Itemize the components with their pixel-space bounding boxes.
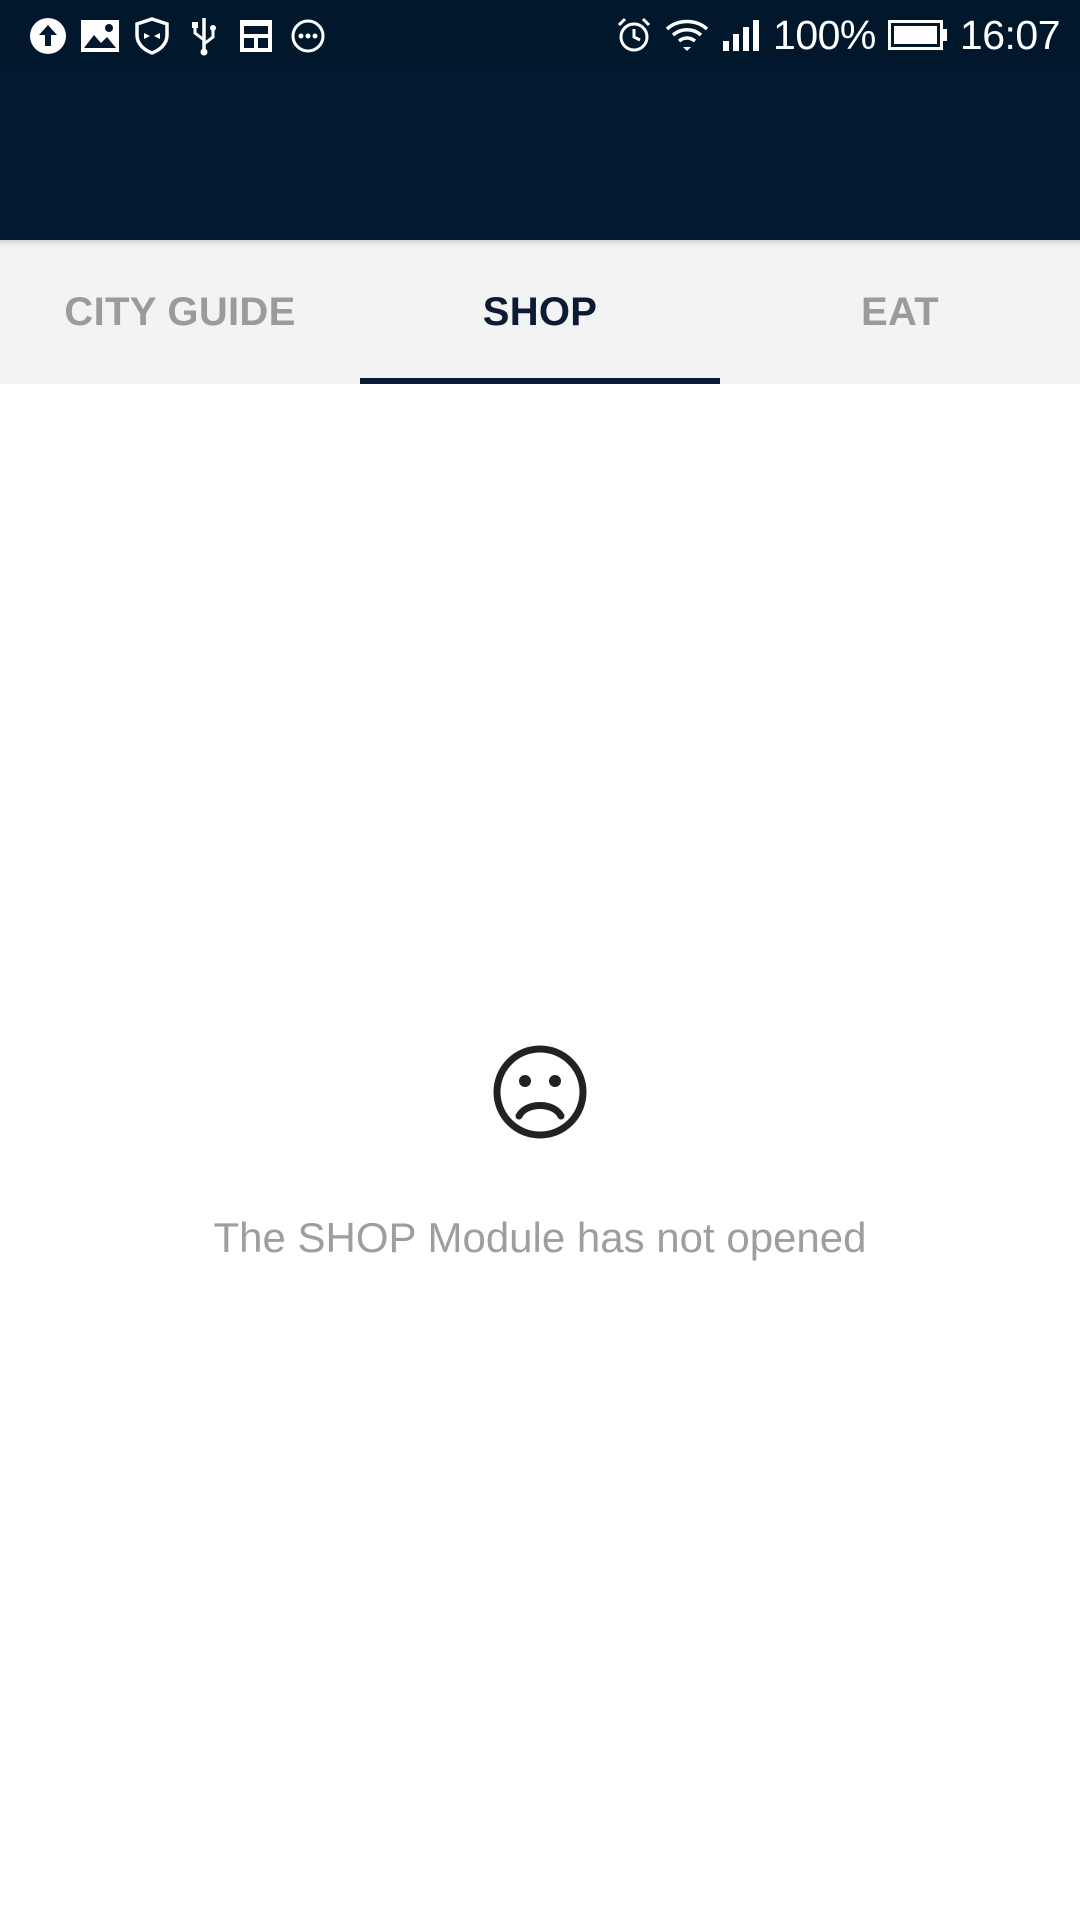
sad-face-icon [492, 1044, 588, 1140]
battery-icon [887, 20, 948, 50]
tab-label: EAT [861, 289, 939, 334]
app-screen: 100% 16:07 CITY GUIDE SHOP EAT The SHOP … [0, 0, 1080, 1920]
tab-bar: CITY GUIDE SHOP EAT [0, 240, 1080, 384]
notification-icons [28, 16, 328, 56]
signal-icon [721, 19, 761, 51]
clock: 16:07 [959, 11, 1061, 58]
alarm-icon [615, 16, 653, 54]
empty-state: The SHOP Module has not opened [0, 384, 1080, 1920]
tab-label: CITY GUIDE [64, 289, 296, 334]
tab-eat[interactable]: EAT [720, 240, 1080, 384]
screenshot-icon [236, 16, 276, 56]
wifi-icon [665, 17, 709, 53]
empty-state-message: The SHOP Module has not opened [213, 1214, 867, 1261]
tab-city-guide[interactable]: CITY GUIDE [0, 240, 360, 384]
status-bar: 100% 16:07 [0, 0, 1080, 70]
more-icon [288, 16, 328, 56]
system-indicators: 100% 16:07 [615, 11, 1061, 58]
battery-percent: 100% [773, 11, 876, 58]
shield-icon [132, 16, 172, 56]
usb-icon [184, 16, 224, 56]
upload-icon [28, 16, 68, 56]
image-icon [80, 16, 120, 56]
tab-shop[interactable]: SHOP [360, 240, 720, 384]
app-header: 100% 16:07 [0, 0, 1080, 240]
tab-label: SHOP [482, 289, 598, 334]
